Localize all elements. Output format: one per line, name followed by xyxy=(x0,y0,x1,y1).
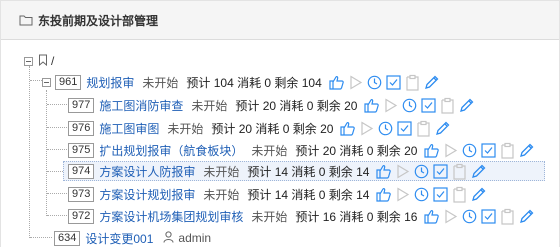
node-code: 974 xyxy=(68,163,95,179)
checkbox-icon[interactable] xyxy=(432,186,449,203)
node-stats: 预计 14 消耗 0 剩余 14 xyxy=(247,164,370,179)
node-name-link[interactable]: 设计变更001 xyxy=(85,230,153,247)
node-code: 972 xyxy=(68,208,95,224)
action-group xyxy=(423,142,535,159)
clipboard-icon[interactable] xyxy=(451,163,468,180)
node-code: 973 xyxy=(68,186,95,202)
panel-title: 东投前期及设计部管理 xyxy=(38,13,159,28)
tree-node-975[interactable]: 975 扩出规划报审（航食板块） 未开始 预计 20 消耗 0 剩余 20 xyxy=(68,140,535,160)
node-stats: 预计 20 消耗 0 剩余 20 xyxy=(211,121,334,136)
play-icon[interactable] xyxy=(347,74,364,91)
root-label: / xyxy=(51,54,55,68)
clock-icon[interactable] xyxy=(461,142,478,159)
play-icon[interactable] xyxy=(394,186,411,203)
clock-icon[interactable] xyxy=(413,186,430,203)
clipboard-icon[interactable] xyxy=(415,120,432,137)
node-status: 未开始 xyxy=(191,98,228,113)
node-name-link[interactable]: 规划报审 xyxy=(86,74,134,91)
play-icon[interactable] xyxy=(382,97,399,114)
clock-icon[interactable] xyxy=(413,163,430,180)
play-icon[interactable] xyxy=(442,142,459,159)
collapse-toggle[interactable] xyxy=(42,77,51,87)
clipboard-icon[interactable] xyxy=(499,142,516,159)
clock-icon[interactable] xyxy=(401,97,418,114)
thumbs-up-icon[interactable] xyxy=(423,208,440,225)
clipboard-icon[interactable] xyxy=(451,186,468,203)
checkbox-icon[interactable] xyxy=(396,120,413,137)
node-name-link[interactable]: 施工图消防审查 xyxy=(99,97,183,114)
checkbox-icon[interactable] xyxy=(432,163,449,180)
node-status: 未开始 xyxy=(142,75,179,90)
node-stats: 预计 20 消耗 0 剩余 20 xyxy=(235,98,358,113)
checkbox-icon[interactable] xyxy=(420,97,437,114)
node-code: 961 xyxy=(55,74,82,90)
pencil-icon[interactable] xyxy=(458,97,475,114)
node-name-link[interactable]: 方案设计机场集团规划审核 xyxy=(99,208,243,225)
play-icon[interactable] xyxy=(358,120,375,137)
pencil-icon[interactable] xyxy=(470,186,487,203)
checkbox-icon[interactable] xyxy=(385,74,402,91)
node-stats: 预计 14 消耗 0 剩余 14 xyxy=(247,187,370,202)
node-name-link[interactable]: 施工图审图 xyxy=(99,120,159,137)
node-status: 未开始 xyxy=(167,121,204,136)
tree-node-973[interactable]: 973 方案设计规划报审 未开始 预计 14 消耗 0 剩余 14 xyxy=(68,184,487,204)
node-name-link[interactable]: 方案设计规划报审 xyxy=(99,186,195,203)
action-group xyxy=(375,163,487,180)
clipboard-icon[interactable] xyxy=(499,208,516,225)
clock-icon[interactable] xyxy=(461,208,478,225)
action-group xyxy=(339,120,451,137)
action-group xyxy=(375,186,487,203)
owner-name: admin xyxy=(178,231,212,245)
play-icon[interactable] xyxy=(442,208,459,225)
clock-icon[interactable] xyxy=(377,120,394,137)
thumbs-up-icon[interactable] xyxy=(328,74,345,91)
node-code: 976 xyxy=(68,120,95,136)
pencil-icon[interactable] xyxy=(470,163,487,180)
pencil-icon[interactable] xyxy=(518,208,535,225)
action-group xyxy=(328,74,440,91)
tree-root[interactable]: / xyxy=(24,51,54,71)
user-icon xyxy=(163,230,174,246)
node-stats: 预计 104 消耗 0 剩余 104 xyxy=(186,75,322,90)
thumbs-up-icon[interactable] xyxy=(375,186,392,203)
tree-node-977[interactable]: 977 施工图消防审查 未开始 预计 20 消耗 0 剩余 20 xyxy=(68,95,475,115)
pencil-icon[interactable] xyxy=(434,120,451,137)
clock-icon[interactable] xyxy=(366,74,383,91)
pencil-icon[interactable] xyxy=(423,74,440,91)
play-icon[interactable] xyxy=(394,163,411,180)
collapse-toggle[interactable] xyxy=(24,56,33,66)
node-status: 未开始 xyxy=(251,209,288,224)
bookmark-icon xyxy=(38,54,48,69)
node-stats: 预计 16 消耗 0 剩余 16 xyxy=(295,209,418,224)
node-code: 977 xyxy=(68,97,95,113)
action-group xyxy=(363,97,475,114)
checkbox-icon[interactable] xyxy=(480,142,497,159)
node-name-link[interactable]: 方案设计人防报审 xyxy=(99,163,195,180)
checkbox-icon[interactable] xyxy=(480,208,497,225)
clipboard-icon[interactable] xyxy=(404,74,421,91)
thumbs-up-icon[interactable] xyxy=(375,163,392,180)
tree-node-634[interactable]: 634 设计变更001 admin xyxy=(54,228,219,248)
node-code: 634 xyxy=(54,230,81,246)
node-stats: 预计 20 消耗 0 剩余 20 xyxy=(295,143,418,158)
clipboard-icon[interactable] xyxy=(439,97,456,114)
tree-node-961[interactable]: 961 规划报审 未开始 预计 104 消耗 0 剩余 104 xyxy=(42,72,440,92)
node-name-link[interactable]: 扩出规划报审（航食板块） xyxy=(99,142,243,159)
node-status: 未开始 xyxy=(251,143,288,158)
tree-node-974[interactable]: 974 方案设计人防报审 未开始 预计 14 消耗 0 剩余 14 xyxy=(63,161,545,181)
tree-node-976[interactable]: 976 施工图审图 未开始 预计 20 消耗 0 剩余 20 xyxy=(68,118,451,138)
node-status: 未开始 xyxy=(203,164,240,179)
tree-node-972[interactable]: 972 方案设计机场集团规划审核 未开始 预计 16 消耗 0 剩余 16 xyxy=(68,206,535,226)
thumbs-up-icon[interactable] xyxy=(423,142,440,159)
node-code: 975 xyxy=(68,142,95,158)
thumbs-up-icon[interactable] xyxy=(363,97,380,114)
pencil-icon[interactable] xyxy=(518,142,535,159)
panel-header: 东投前期及设计部管理 xyxy=(0,0,560,40)
thumbs-up-icon[interactable] xyxy=(339,120,356,137)
folder-icon xyxy=(19,14,33,26)
node-status: 未开始 xyxy=(203,187,240,202)
action-group xyxy=(423,208,535,225)
